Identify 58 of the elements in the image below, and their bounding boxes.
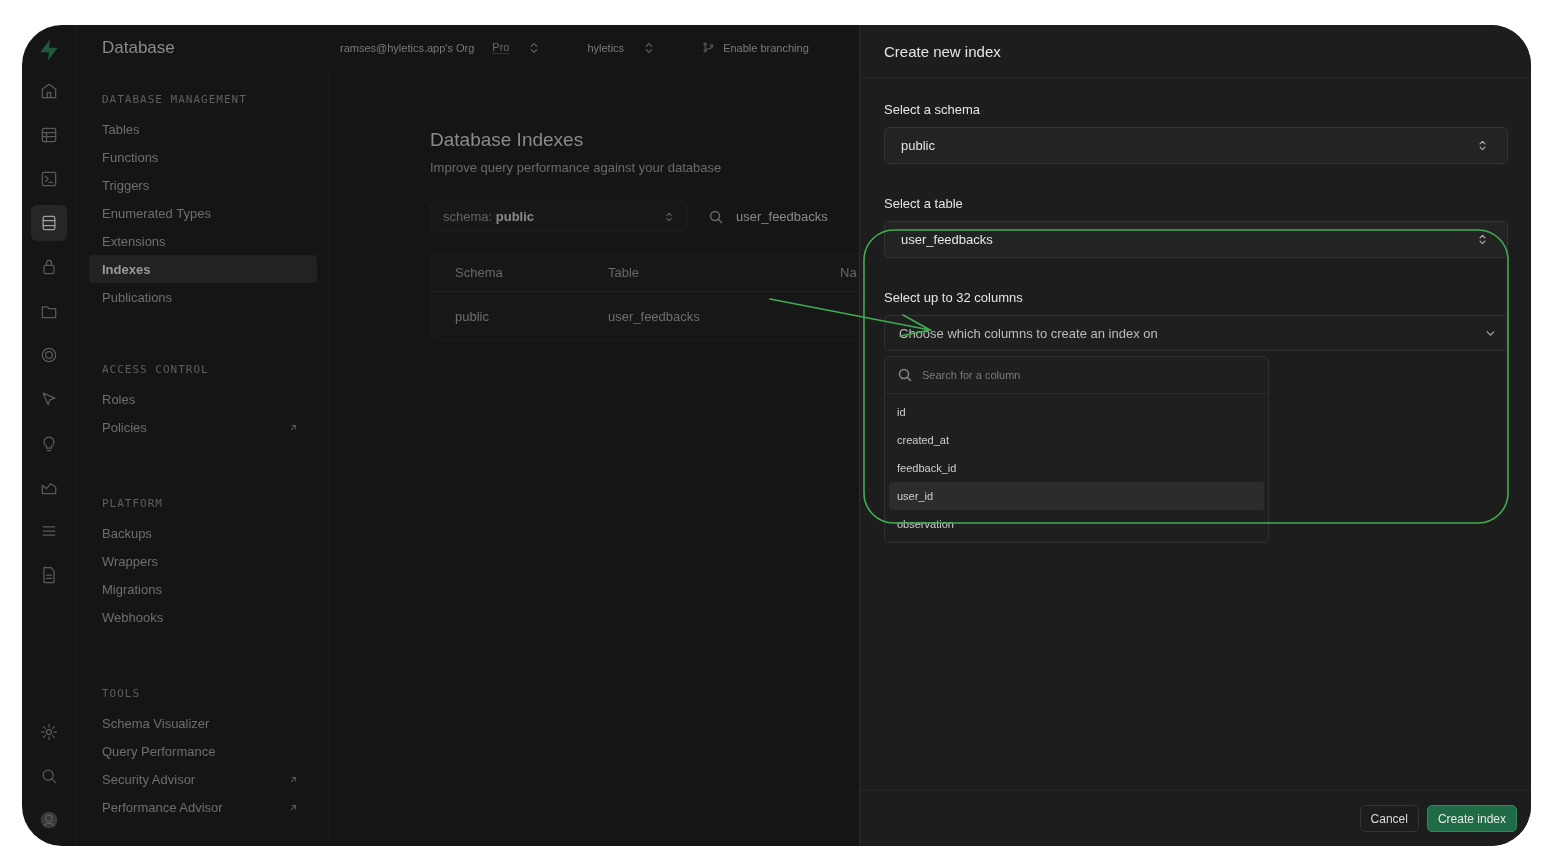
sidebar-item[interactable]: Webhooks [89, 603, 317, 631]
sidebar-item[interactable]: Wrappers [89, 547, 317, 575]
dropdown-option[interactable]: feedback_id [889, 454, 1264, 482]
sidebar-item[interactable]: Triggers [89, 171, 317, 199]
page-subtitle: Improve query performance against your database [430, 160, 723, 175]
table-cell-text: user_feedbacks [608, 308, 701, 324]
search-icon [708, 208, 724, 225]
chevron-icon [663, 210, 675, 223]
section-heading: PLATFORM [102, 497, 164, 510]
panel-title: Create new index [860, 25, 1531, 78]
search-field[interactable]: Search for a column [922, 369, 1222, 381]
sidebar-item[interactable]: Backups [89, 519, 317, 547]
table-icon[interactable] [39, 125, 59, 145]
column-header: Table [608, 264, 641, 280]
sidebar-item[interactable]: Migrations [89, 575, 317, 603]
settings-icon[interactable] [39, 722, 59, 742]
column-header: Na [840, 264, 858, 280]
select-field[interactable]: user_feedbacks [884, 221, 1508, 258]
sidebar-item[interactable]: Publications [89, 283, 317, 311]
field-label: Select a table [884, 196, 964, 211]
select-field[interactable]: public [884, 127, 1508, 164]
branch-icon [702, 41, 716, 54]
column-header: Schema [454, 264, 504, 280]
sidebar-item[interactable]: Tables [89, 115, 317, 143]
dropdown-option[interactable]: user_id [889, 482, 1264, 510]
sidebar-item[interactable]: Security Advisor [89, 765, 317, 793]
branching-button[interactable]: Enable branching [723, 41, 809, 54]
plan-badge: Pro [492, 41, 510, 54]
search-field[interactable]: user_feedbacks [708, 208, 828, 225]
home-icon[interactable] [39, 81, 59, 101]
schema-selector[interactable]: schema: public [430, 201, 688, 232]
sidebar-item[interactable]: Roles [89, 385, 317, 413]
ring-icon[interactable] [39, 345, 59, 365]
project-selector[interactable]: hyletics [587, 41, 625, 54]
sidebar-item[interactable]: Policies [89, 413, 317, 441]
sidebar-item[interactable]: Performance Advisor [89, 793, 317, 821]
page-title: Database [102, 37, 176, 58]
sidebar-item[interactable]: Functions [89, 143, 317, 171]
terminal-icon[interactable] [39, 169, 59, 189]
search-icon [897, 367, 913, 383]
dropdown-option[interactable]: created_at [889, 426, 1264, 454]
field-label: Select a schema [884, 102, 982, 117]
section-heading: DATABASE MANAGEMENT [102, 93, 248, 106]
section-heading: ACCESS CONTROL [102, 363, 210, 376]
org-selector[interactable]: ramses@hyletics.app's Org [340, 41, 475, 54]
sidebar-item[interactable]: Query Performance [89, 737, 317, 765]
cancel-button[interactable]: Cancel [1359, 805, 1419, 832]
sidebar-item[interactable]: Indexes [89, 255, 317, 283]
sidebar-item[interactable]: Schema Visualizer [89, 709, 317, 737]
page-heading: Database Indexes [430, 129, 585, 151]
section-heading: TOOLS [102, 687, 142, 700]
field-label: Select up to 32 columns [884, 290, 1024, 305]
table-cell-text: public [454, 308, 490, 324]
sidebar-item[interactable]: Enumerated Types [89, 199, 317, 227]
dropdown-option[interactable]: id [889, 398, 1264, 426]
avatar-icon[interactable] [39, 810, 59, 830]
create-button[interactable]: Create index [1426, 805, 1517, 832]
sidebar-item[interactable]: Extensions [89, 227, 317, 255]
